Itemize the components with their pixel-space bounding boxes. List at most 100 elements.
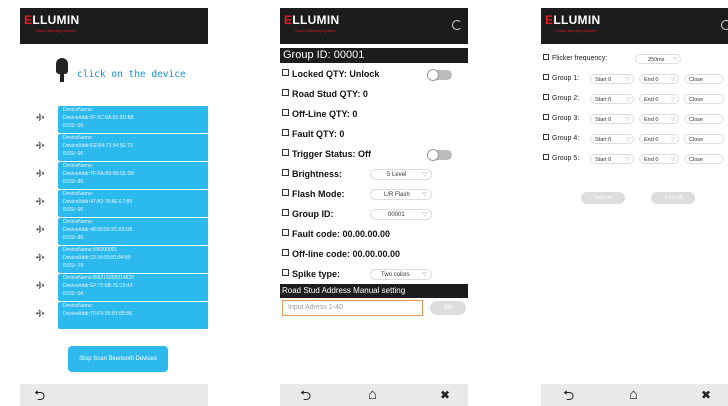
bullet-icon <box>282 69 289 76</box>
home-icon[interactable]: ⌂ <box>629 387 638 403</box>
bullet-icon <box>543 154 549 160</box>
back-icon[interactable]: ⮌ <box>563 387 574 403</box>
bullet-icon <box>282 189 289 196</box>
group-id-title: Group ID: 00001 <box>280 48 468 63</box>
refresh-icon[interactable] <box>452 20 462 30</box>
device-item[interactable]: •ᛒ• DeviceName: DeviceAddr:48:56:56:2C:60:… <box>20 218 208 245</box>
group-id-label: Group ID: <box>292 209 334 219</box>
group-state-select[interactable]: Close <box>684 134 724 144</box>
bullet-icon <box>282 249 289 256</box>
flicker-select[interactable]: 250ms ▽ <box>635 54 681 64</box>
group-end-select[interactable]: End 0 ▽ <box>639 94 679 104</box>
device-rssi: RSSI:-94 <box>63 291 84 297</box>
chevron-down-icon: ▽ <box>422 172 427 178</box>
fault-code: Fault code: 00.00.00.00 <box>292 229 391 239</box>
chevron-down-icon: ▽ <box>673 57 677 63</box>
refresh-icon[interactable] <box>721 20 728 30</box>
set-button[interactable]: Set <box>430 301 466 315</box>
device-card[interactable]: DeviceName: DeviceAddr:7F:FA:A9:0B:5E:D8 R… <box>58 162 208 189</box>
flash-mode-select[interactable]: L/R Flash ▽ <box>370 189 432 200</box>
device-item[interactable]: •ᛒ• DeviceName: DeviceAddr:EE:B4:71:94:5E:… <box>20 134 208 161</box>
road-stud-qty: Road Stud QTY: 0 <box>292 89 368 99</box>
device-name: DeviceName: <box>63 107 94 113</box>
device-card[interactable]: DeviceName: DeviceAddr:47:A2:76:8E:E7:89 R… <box>58 190 208 217</box>
back-icon[interactable]: ⮌ <box>300 387 311 403</box>
chevron-down-icon: ▽ <box>626 97 630 103</box>
device-item[interactable]: •ᛒ• DeviceName: DeviceAddr:47:A2:76:8E:E7:… <box>20 190 208 217</box>
device-card[interactable]: DeviceName: DeviceAddr:70:F9:1B:8Y:85:B6 <box>58 302 208 329</box>
bullet-icon <box>282 209 289 216</box>
group-state-select[interactable]: Close <box>684 74 724 84</box>
group-end-select[interactable]: End 0 ▽ <box>639 154 679 164</box>
group-settings-screen: ELLUMIN Cloud Warning System Group ID: 0… <box>280 8 468 406</box>
device-addr: DeviceAddr:47:A2:76:8E:E7:89 <box>63 199 133 205</box>
device-rssi: RSSI:-99 <box>63 123 84 129</box>
device-name: DeviceName:XBD00001 <box>63 247 118 253</box>
device-card[interactable]: DeviceName:Bt6215058914828 DeviceAddr:EF:… <box>58 274 208 301</box>
chevron-down-icon: ▽ <box>422 272 427 278</box>
group-start-select[interactable]: Start 0 ▽ <box>590 154 634 164</box>
group-end-select[interactable]: End 0 ▽ <box>639 74 679 84</box>
device-addr: DeviceAddr:70:F9:1B:8Y:85:B6 <box>63 311 133 317</box>
bullet-icon <box>282 109 289 116</box>
home-icon[interactable]: ⌂ <box>368 387 377 403</box>
brightness-label: Brightness: <box>292 169 343 179</box>
bullet-icon <box>282 129 289 136</box>
logo-tagline: Cloud Warning System <box>556 28 597 33</box>
device-scan-screen: ELLUMIN Cloud Warning System click on th… <box>20 8 208 406</box>
device-rssi: RSSI:-78 <box>63 263 84 269</box>
device-name: DeviceName: <box>63 303 94 309</box>
back-icon[interactable]: ⮌ <box>34 387 45 403</box>
group-state-select[interactable]: Close <box>684 94 724 104</box>
group-state-select[interactable]: Close <box>684 114 724 124</box>
tools-icon[interactable]: ✖ <box>440 387 450 403</box>
brightness-value: 5 Level <box>387 172 407 178</box>
turn-off-button[interactable]: Turn off <box>651 192 695 204</box>
trigger-toggle[interactable] <box>427 149 452 161</box>
device-name: DeviceName: <box>63 191 94 197</box>
device-addr: DeviceAddr:EF:72:5B:7E:15:43 <box>63 283 133 289</box>
manual-setting-title: Road Stud Address Manual setting <box>280 284 468 298</box>
device-card[interactable]: DeviceName: DeviceAddr:48:56:56:2C:60:D8 R… <box>58 218 208 245</box>
device-item[interactable]: •ᛒ• DeviceName:XBD00001 DeviceAddr:23:34:5… <box>20 246 208 273</box>
device-item[interactable]: •ᛒ• DeviceName: DeviceAddr:7F:FA:A9:0B:5E:… <box>20 162 208 189</box>
spike-type-select[interactable]: Two colors ▽ <box>370 269 432 280</box>
brightness-select[interactable]: 5 Level ▽ <box>370 169 432 180</box>
group-start-select[interactable]: Start 0 ▽ <box>590 94 634 104</box>
lock-toggle[interactable] <box>427 69 452 81</box>
device-card[interactable]: DeviceName: DeviceAddr:EE:B4:71:94:5E:72 R… <box>58 134 208 161</box>
group-id-select[interactable]: 00001 ▽ <box>370 209 432 220</box>
group-label: Group 1: <box>552 75 580 82</box>
group-start-select[interactable]: Start 0 ▽ <box>590 134 634 144</box>
bullet-icon <box>282 269 289 276</box>
flicker-row: Flicker frequency: 250ms ▽ <box>543 54 728 68</box>
group-start-select[interactable]: Start 0 ▽ <box>590 114 634 124</box>
device-card[interactable]: DeviceName:XBD00001 DeviceAddr:23:34:50:8… <box>58 246 208 273</box>
device-card[interactable]: DeviceName: DeviceAddr:6F:5C:0A:81:5D:B8 R… <box>58 106 208 133</box>
group-state-select[interactable]: Close <box>684 154 724 164</box>
group-end-select[interactable]: End 0 ▽ <box>639 134 679 144</box>
group-start-value: Start 0 <box>595 157 612 163</box>
flash-mode-label: Flash Mode: <box>292 189 345 199</box>
offline-code: Off-line code: 00.00.00.00 <box>292 249 401 259</box>
group-state-value: Close <box>689 117 704 123</box>
logo-word: LLUMIN <box>292 13 340 27</box>
group-label: Group 5: <box>552 155 580 162</box>
bottom-nav: ⮌ ⌂ ✖ <box>541 384 728 406</box>
bluetooth-icon: •ᛒ• <box>36 253 44 262</box>
toggle-knob <box>427 149 439 161</box>
fault-code-row: Fault code: 00.00.00.00 <box>282 229 468 247</box>
device-item[interactable]: •ᛒ• DeviceName: DeviceAddr:70:F9:1B:8Y:85:… <box>20 302 208 329</box>
device-item[interactable]: •ᛒ• DeviceName: DeviceAddr:6F:5C:0A:81:5D:… <box>20 106 208 133</box>
group-label: Group 2: <box>552 95 580 102</box>
group-state-value: Close <box>689 157 704 163</box>
turn-on-button[interactable]: Turn on <box>581 192 625 204</box>
group-end-select[interactable]: End 0 ▽ <box>639 114 679 124</box>
tools-icon[interactable]: ✖ <box>701 387 711 403</box>
stop-scan-button[interactable]: Stop Scan Bluetooth Devices <box>68 346 168 372</box>
device-item[interactable]: •ᛒ• DeviceName:Bt6215058914828 DeviceAddr:… <box>20 274 208 301</box>
group-start-select[interactable]: Start 0 ▽ <box>590 74 634 84</box>
address-input[interactable]: Input Adress 1-40 <box>282 300 423 316</box>
ellumin-logo: ELLUMIN Cloud Warning System <box>284 13 339 33</box>
device-rssi: RSSI:-85 <box>63 179 84 185</box>
